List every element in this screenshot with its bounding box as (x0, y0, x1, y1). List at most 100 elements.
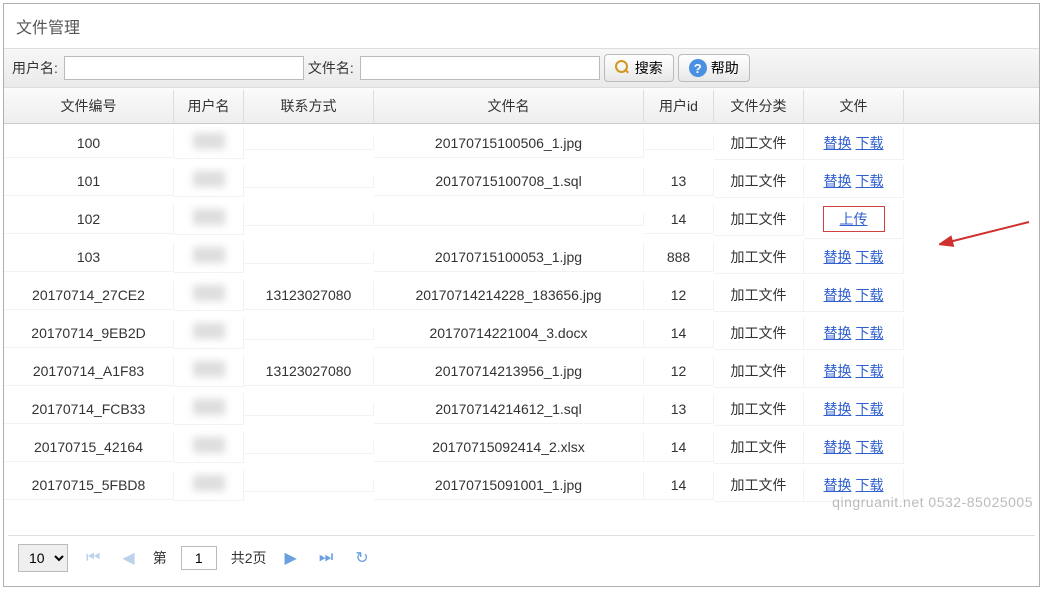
redacted-username (193, 399, 225, 415)
cell-actions: 替换下载 (804, 317, 904, 350)
replace-link[interactable]: 替换 (824, 477, 852, 493)
col-header-uid[interactable]: 用户id (644, 90, 714, 122)
cell-uid: 13 (644, 395, 714, 424)
col-header-contact[interactable]: 联系方式 (244, 90, 374, 122)
table-row[interactable]: 20170715_4216420170715092414_2.xlsx14加工文… (4, 428, 1039, 466)
download-link[interactable]: 下载 (856, 477, 884, 493)
cell-actions: 替换下载 (804, 165, 904, 198)
cell-uid: 13 (644, 167, 714, 196)
username-label: 用户名: (12, 58, 58, 78)
cell-uid: 12 (644, 281, 714, 310)
cell-user (174, 393, 244, 425)
replace-link[interactable]: 替换 (824, 135, 852, 151)
cell-uid: 14 (644, 205, 714, 234)
cell-contact (244, 441, 374, 454)
replace-link[interactable]: 替换 (824, 325, 852, 341)
table-row[interactable]: 20170714_9EB2D20170714221004_3.docx14加工文… (4, 314, 1039, 352)
table-row[interactable]: 10214加工文件上传 (4, 200, 1039, 238)
cell-user (174, 279, 244, 311)
redacted-username (193, 247, 225, 263)
col-header-user[interactable]: 用户名 (174, 90, 244, 122)
cell-user (174, 469, 244, 501)
first-page-button[interactable]: ⏮ (82, 549, 104, 567)
page-input[interactable] (181, 546, 217, 570)
upload-highlight-box: 上传 (823, 206, 885, 232)
cell-user (174, 317, 244, 349)
replace-link[interactable]: 替换 (824, 363, 852, 379)
table-row[interactable]: 10320170715100053_1.jpg888加工文件替换下载 (4, 238, 1039, 276)
col-header-file[interactable]: 文件 (804, 90, 904, 122)
page-total: 共2页 (231, 548, 267, 568)
cell-actions: 上传 (804, 200, 904, 239)
cell-filename: 20170715100053_1.jpg (374, 243, 644, 272)
replace-link[interactable]: 替换 (824, 287, 852, 303)
cell-category: 加工文件 (714, 431, 804, 464)
cell-filename: 20170715100708_1.sql (374, 167, 644, 196)
replace-link[interactable]: 替换 (824, 249, 852, 265)
cell-id: 100 (4, 129, 174, 158)
page-size-select[interactable]: 10 (18, 544, 68, 572)
refresh-button[interactable]: ↻ (351, 548, 372, 568)
filename-input[interactable] (360, 56, 600, 80)
cell-user (174, 431, 244, 463)
cell-user (174, 203, 244, 235)
cell-contact (244, 175, 374, 188)
replace-link[interactable]: 替换 (824, 439, 852, 455)
table-row[interactable]: 20170714_FCB3320170714214612_1.sql13加工文件… (4, 390, 1039, 428)
cell-id: 20170715_42164 (4, 433, 174, 462)
cell-id: 20170714_27CE2 (4, 281, 174, 310)
cell-actions: 替换下载 (804, 431, 904, 464)
replace-link[interactable]: 替换 (824, 173, 852, 189)
cell-contact (244, 327, 374, 340)
cell-contact: 13123027080 (244, 357, 374, 386)
help-button[interactable]: ? 帮助 (678, 54, 750, 82)
username-input[interactable] (64, 56, 304, 80)
cell-contact (244, 213, 374, 226)
cell-category: 加工文件 (714, 165, 804, 198)
download-link[interactable]: 下载 (856, 173, 884, 189)
cell-uid: 14 (644, 471, 714, 500)
search-button-label: 搜索 (635, 58, 663, 78)
cell-uid: 12 (644, 357, 714, 386)
cell-category: 加工文件 (714, 355, 804, 388)
table-row[interactable]: 20170714_A1F831312302708020170714213956_… (4, 352, 1039, 390)
download-link[interactable]: 下载 (856, 363, 884, 379)
table-row[interactable]: 10120170715100708_1.sql13加工文件替换下载 (4, 162, 1039, 200)
table-row[interactable]: 10020170715100506_1.jpg加工文件替换下载 (4, 124, 1039, 162)
prev-page-button[interactable]: ◀ (118, 548, 138, 568)
cell-actions: 替换下载 (804, 355, 904, 388)
cell-id: 20170715_5FBD8 (4, 471, 174, 500)
download-link[interactable]: 下载 (856, 325, 884, 341)
grid-body: 10020170715100506_1.jpg加工文件替换下载101201707… (4, 124, 1039, 504)
cell-id: 20170714_9EB2D (4, 319, 174, 348)
next-page-button[interactable]: ▶ (281, 548, 301, 568)
redacted-username (193, 437, 225, 453)
last-page-button[interactable]: ⏭ (315, 549, 337, 567)
cell-actions: 替换下载 (804, 127, 904, 160)
cell-id: 102 (4, 205, 174, 234)
download-link[interactable]: 下载 (856, 249, 884, 265)
download-link[interactable]: 下载 (856, 287, 884, 303)
redacted-username (193, 171, 225, 187)
cell-contact (244, 251, 374, 264)
col-header-filename[interactable]: 文件名 (374, 90, 644, 122)
watermark: qingruanit.net 0532-85025005 (832, 494, 1033, 510)
download-link[interactable]: 下载 (856, 439, 884, 455)
cell-filename: 20170714221004_3.docx (374, 319, 644, 348)
cell-category: 加工文件 (714, 393, 804, 426)
col-header-id[interactable]: 文件编号 (4, 90, 174, 122)
cell-filename: 20170715091001_1.jpg (374, 471, 644, 500)
cell-uid (644, 137, 714, 150)
cell-category: 加工文件 (714, 279, 804, 312)
col-header-category[interactable]: 文件分类 (714, 90, 804, 122)
cell-user (174, 241, 244, 273)
cell-contact (244, 479, 374, 492)
search-icon (615, 60, 631, 76)
search-button[interactable]: 搜索 (604, 54, 674, 82)
table-row[interactable]: 20170714_27CE21312302708020170714214228_… (4, 276, 1039, 314)
file-management-panel: 文件管理 用户名: 文件名: 搜索 ? 帮助 文件编号 用户名 联系方式 文件名… (3, 3, 1040, 587)
download-link[interactable]: 下载 (856, 401, 884, 417)
replace-link[interactable]: 替换 (824, 401, 852, 417)
upload-link[interactable]: 上传 (840, 211, 868, 227)
download-link[interactable]: 下载 (856, 135, 884, 151)
